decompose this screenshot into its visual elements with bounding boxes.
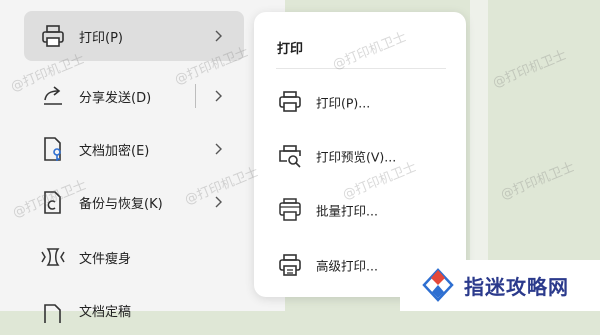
menu-item-encrypt[interactable]: 文档加密(E) [24, 124, 244, 174]
menu-item-finalize[interactable]: 文档定稿 [24, 285, 244, 335]
backup-icon [44, 191, 61, 214]
chevron-right-icon [215, 90, 222, 102]
menu-item-backup[interactable]: 备份与恢复(K) [24, 177, 244, 227]
menu-item-compress[interactable]: 文件瘦身 [24, 232, 244, 282]
divider [195, 84, 196, 108]
printer-icon [42, 25, 64, 47]
site-brand: 指迷攻略网 [400, 260, 600, 311]
chevron-right-icon [215, 30, 222, 42]
menu-item-print[interactable]: 打印(P) [24, 11, 244, 61]
printer-icon [279, 91, 301, 112]
submenu-item-label: 批量打印... [316, 203, 378, 219]
document-final-icon [44, 304, 61, 323]
batch-print-icon [279, 198, 301, 221]
submenu-item-print[interactable]: 打印(P)... [268, 82, 454, 122]
submenu-item-print-preview[interactable]: 打印预览(V)... [268, 136, 454, 176]
submenu-item-label: 高级打印... [316, 258, 378, 274]
submenu-item-label: 打印预览(V)... [316, 149, 397, 165]
menu-item-label: 文档加密(E) [79, 143, 150, 159]
menu-item-label: 备份与恢复(K) [79, 196, 163, 212]
brand-logo-icon [422, 268, 454, 302]
print-submenu: 打印 打印(P)... 打印预览(V)... 批量打印... 高级打印... [254, 12, 466, 297]
print-preview-icon [279, 145, 301, 168]
document-key-icon [44, 137, 61, 161]
menu-item-label: 分享发送(D) [79, 90, 152, 106]
menu-item-label: 文档定稿 [79, 304, 132, 320]
chevron-right-icon [215, 143, 222, 155]
brand-name: 指迷攻略网 [464, 275, 569, 299]
submenu-item-label: 打印(P)... [316, 95, 371, 111]
chevron-right-icon [215, 196, 222, 208]
share-icon [44, 86, 62, 105]
file-menu-panel: 打印(P) 分享发送(D) 文档加密(E) 备份与恢复(K) 文件瘦身 文档定稿 [0, 0, 285, 323]
compress-icon [41, 248, 65, 266]
menu-item-label: 打印(P) [79, 30, 123, 46]
submenu-divider [276, 68, 446, 69]
menu-item-share[interactable]: 分享发送(D) [24, 71, 244, 121]
menu-item-label: 文件瘦身 [79, 251, 132, 267]
advanced-print-icon [279, 254, 301, 276]
submenu-item-batch-print[interactable]: 批量打印... [268, 190, 454, 230]
submenu-title: 打印 [277, 42, 304, 57]
